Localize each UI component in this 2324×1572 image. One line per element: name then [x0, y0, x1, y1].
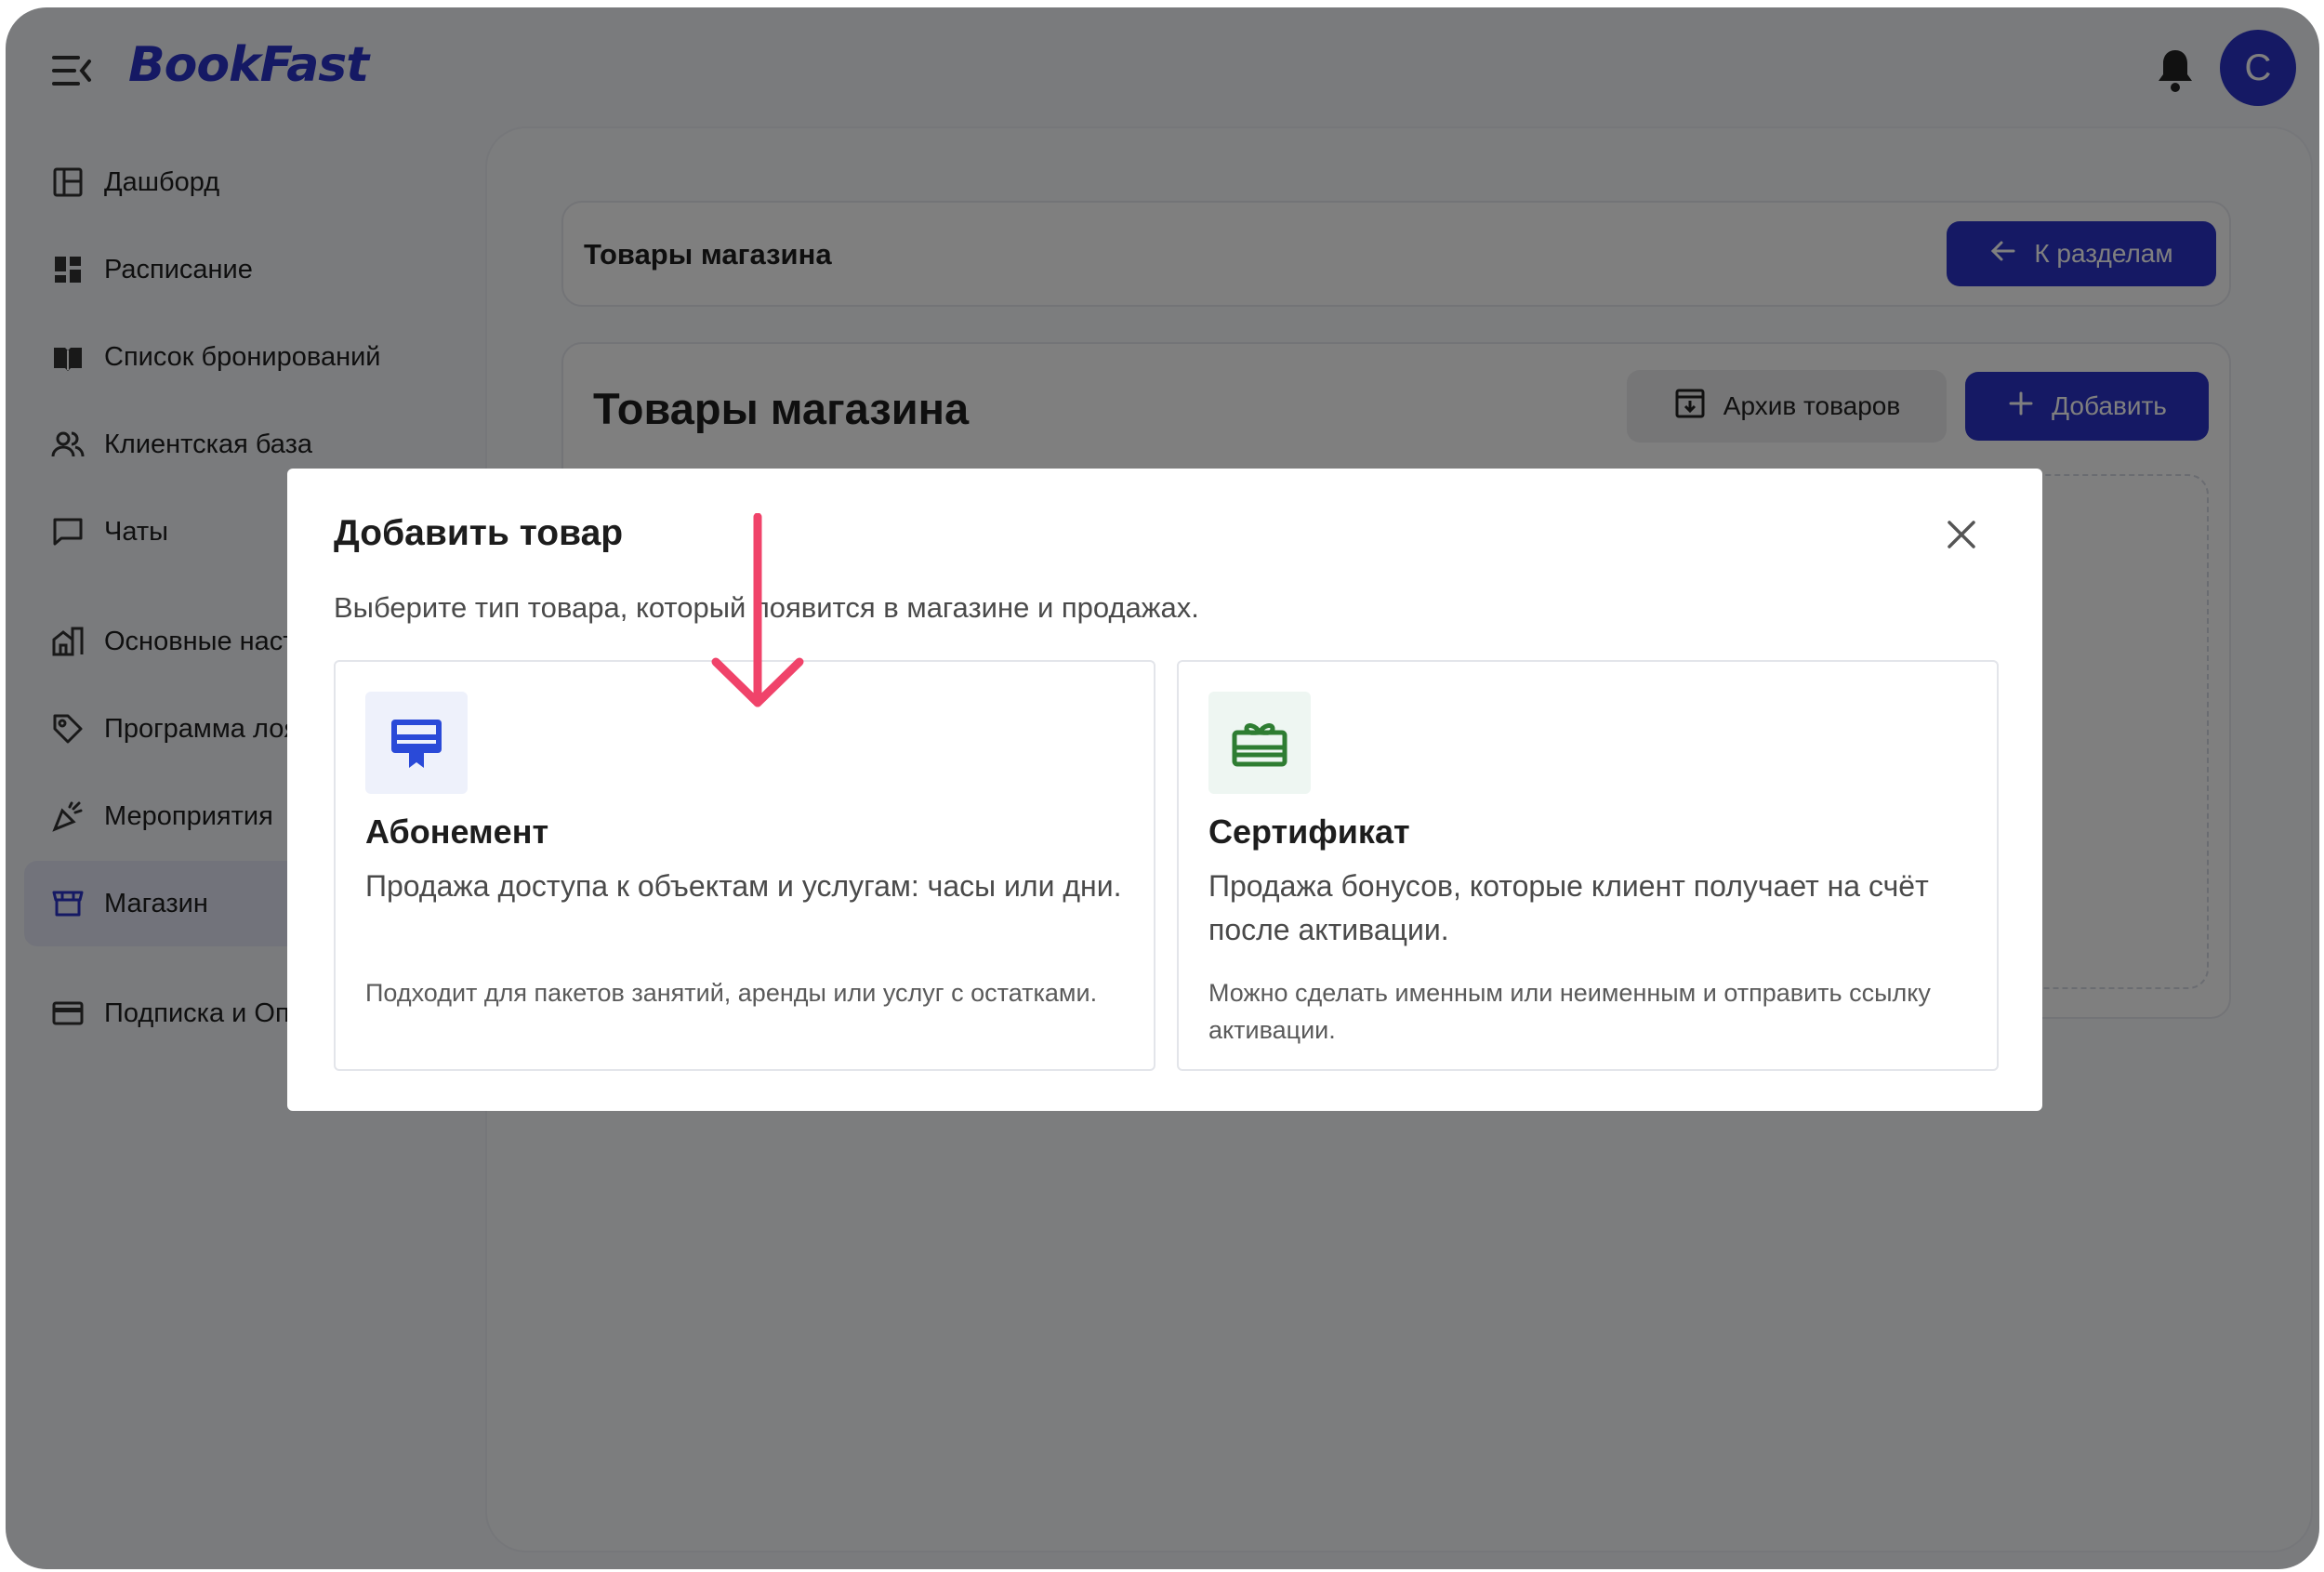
option-note: Можно сделать именным или неименным и от…: [1208, 979, 1931, 1044]
option-title: Абонемент: [365, 812, 549, 851]
option-description: Продажа доступа к объектам и услугам: ча…: [365, 869, 1122, 903]
close-icon[interactable]: [1942, 515, 1981, 554]
modal-title: Добавить товар: [334, 513, 624, 553]
add-product-modal: Добавить товар Выберите тип товара, кото…: [287, 469, 2042, 1111]
option-title: Сертификат: [1208, 812, 1410, 851]
option-description: Продажа бонусов, которые клиент получает…: [1208, 869, 1929, 946]
subscription-ticket-icon: [365, 692, 468, 794]
option-subscription[interactable]: Абонемент Продажа доступа к объектам и у…: [334, 660, 1155, 1071]
gift-certificate-icon: [1208, 692, 1311, 794]
annotation-arrow-icon: [706, 512, 809, 716]
option-certificate[interactable]: Сертификат Продажа бонусов, которые клие…: [1177, 660, 1999, 1071]
option-note: Подходит для пакетов занятий, аренды или…: [365, 979, 1098, 1007]
